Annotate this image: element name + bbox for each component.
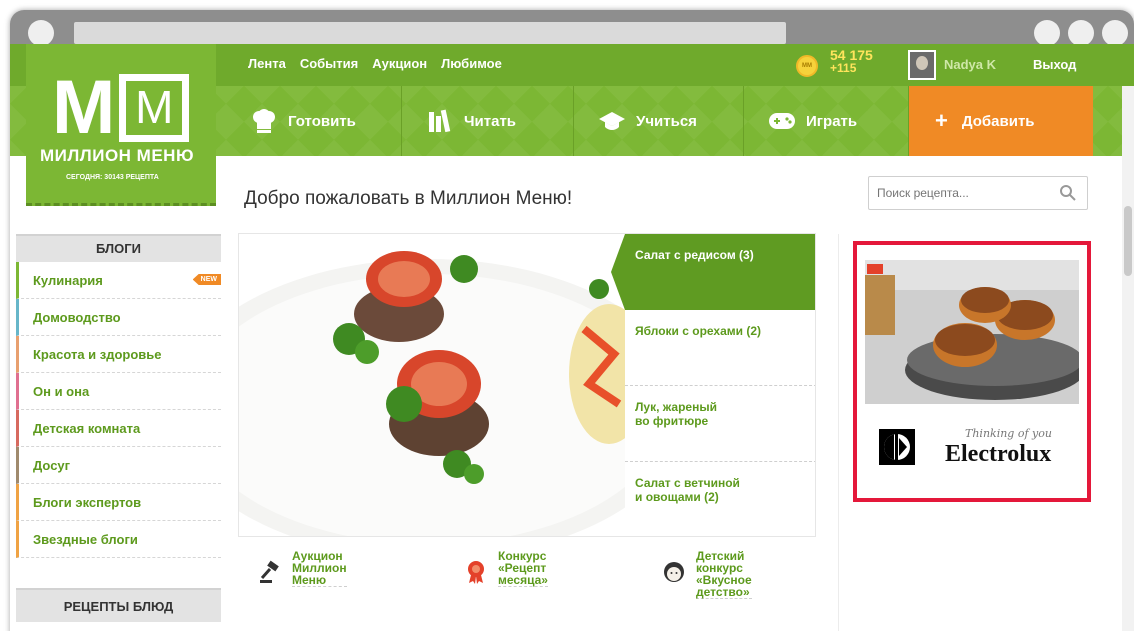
scrollbar-thumb[interactable] (1124, 206, 1132, 276)
slider-tab-fried-onion[interactable]: Лук, жареный во фритюре (625, 386, 815, 462)
logo-mark: M M (52, 65, 190, 150)
search-input[interactable] (877, 178, 1057, 208)
gavel-icon (260, 560, 279, 583)
scrollbar[interactable] (1122, 86, 1134, 631)
sidebar: БЛОГИ Кулинария NEW Домоводство Красота … (16, 234, 221, 558)
sidebar-item-kids[interactable]: Детская комната (16, 410, 221, 447)
sidebar-item-cooking[interactable]: Кулинария NEW (16, 262, 221, 299)
window-controls (1034, 20, 1128, 46)
username-link[interactable]: Nadya K (944, 57, 996, 72)
award-icon (468, 561, 484, 584)
ad-banner[interactable]: Thinking of you Electrolux (853, 241, 1091, 502)
sidebar-item-label: Домоводство (33, 310, 121, 325)
blogs-heading: БЛОГИ (16, 234, 221, 262)
logo-name: МИЛЛИОН МЕНЮ (40, 146, 194, 165)
ad-tagline: Thinking of you (965, 427, 1052, 440)
ad-brand-name: Electrolux (945, 441, 1052, 467)
recipes-heading[interactable]: РЕЦЕПТЫ БЛЮД (16, 588, 221, 622)
nav-learn[interactable]: Учиться (574, 86, 744, 156)
books-icon (426, 108, 454, 134)
nav-play-label: Играть (806, 112, 858, 130)
logo-letter: M (52, 65, 115, 150)
nav-cook-label: Готовить (288, 112, 356, 130)
window-control-button[interactable] (1068, 20, 1094, 46)
search-icon[interactable] (1059, 184, 1077, 202)
link-favorites[interactable]: Любимое (441, 56, 502, 71)
sidebar-item-experts[interactable]: Блоги экспертов (16, 484, 221, 521)
promo-contest-label: Конкурс «Рецепт месяца» (498, 549, 548, 587)
link-events[interactable]: События (300, 56, 358, 71)
sidebar-item-label: Досуг (33, 458, 71, 473)
plus-icon: + (935, 108, 948, 133)
promo-auction-label: Аукцион Миллион Меню (292, 549, 347, 587)
new-badge: NEW (192, 274, 221, 285)
slider-tab-radish-salad[interactable]: Салат с редисом (3) (611, 234, 815, 310)
page-title: Добро пожаловать в Миллион Меню! (244, 188, 573, 209)
sidebar-item-label: Он и она (33, 384, 90, 399)
ad-photo (865, 260, 1079, 404)
sidebar-item-relations[interactable]: Он и она (16, 373, 221, 410)
sidebar-item-label: Кулинария (33, 273, 103, 288)
window-control-button[interactable] (1034, 20, 1060, 46)
promo-links: Аукцион Миллион Меню Конкурс «Рецепт мес… (244, 550, 818, 620)
slider-tab-apples-nuts[interactable]: Яблоки с орехами (2) (625, 310, 815, 386)
recipe-count: СЕГОДНЯ: 30143 РЕЦЕПТА (66, 174, 159, 181)
sidebar-item-leisure[interactable]: Досуг (16, 447, 221, 484)
graduation-cap-icon (598, 108, 626, 134)
featured-dish-image[interactable] (239, 234, 625, 537)
avatar[interactable] (908, 50, 936, 80)
sidebar-item-label: Красота и здоровье (33, 347, 162, 362)
promo-kids-contest[interactable]: Детский конкурс «Вкусное детство» (662, 550, 752, 599)
logout-link[interactable]: Выход (1033, 57, 1076, 72)
sidebar-item-label: Звездные блоги (33, 532, 138, 547)
slider-tab-ham-salad[interactable]: Салат с ветчиной и овощами (2) (625, 462, 815, 536)
nav-read-label: Читать (464, 112, 517, 130)
column-divider (838, 234, 839, 631)
link-auction[interactable]: Аукцион (372, 56, 427, 71)
nav-play[interactable]: Играть (744, 86, 909, 156)
points-delta: +115 (830, 61, 857, 75)
featured-slider: Салат с редисом (3) Яблоки с орехами (2)… (238, 233, 816, 537)
points-counter[interactable]: 54 175 +115 (830, 48, 873, 75)
promo-kids-contest-label: Детский конкурс «Вкусное детство» (696, 549, 752, 599)
coin-icon: MM (796, 55, 818, 77)
sidebar-item-label: Детская комната (33, 421, 141, 436)
sidebar-item-stars[interactable]: Звездные блоги (16, 521, 221, 558)
window-control-button[interactable] (1102, 20, 1128, 46)
electrolux-logo-icon (879, 429, 915, 465)
browser-button[interactable] (28, 20, 54, 46)
promo-auction[interactable]: Аукцион Миллион Меню (258, 550, 347, 587)
nav-read[interactable]: Читать (402, 86, 574, 156)
sidebar-item-beauty[interactable]: Красота и здоровье (16, 336, 221, 373)
slider-tabs: Салат с редисом (3) Яблоки с орехами (2)… (611, 234, 815, 536)
nav-cook[interactable]: Готовить (226, 86, 402, 156)
sidebar-item-housekeeping[interactable]: Домоводство (16, 299, 221, 336)
sidebar-item-label: Блоги экспертов (33, 495, 142, 510)
link-feed[interactable]: Лента (248, 56, 286, 71)
promo-contest[interactable]: Конкурс «Рецепт месяца» (464, 550, 548, 587)
avatar-head (916, 56, 928, 70)
add-button-label: Добавить (961, 112, 1035, 130)
child-icon (664, 562, 684, 582)
site-logo[interactable]: M M МИЛЛИОН МЕНЮ СЕГОДНЯ: 30143 РЕЦЕПТА (26, 44, 216, 206)
gamepad-icon (768, 108, 796, 134)
top-links: Лента События Аукцион Любимое (248, 56, 502, 71)
add-button[interactable]: + Добавить (909, 86, 1093, 156)
search-box (868, 176, 1088, 210)
main-nav: Готовить Читать Учиться Играть (226, 86, 909, 156)
nav-learn-label: Учиться (636, 112, 697, 130)
address-bar[interactable] (74, 22, 786, 44)
chef-hat-icon (250, 108, 278, 134)
logo-boxed-letter: M (119, 74, 190, 142)
